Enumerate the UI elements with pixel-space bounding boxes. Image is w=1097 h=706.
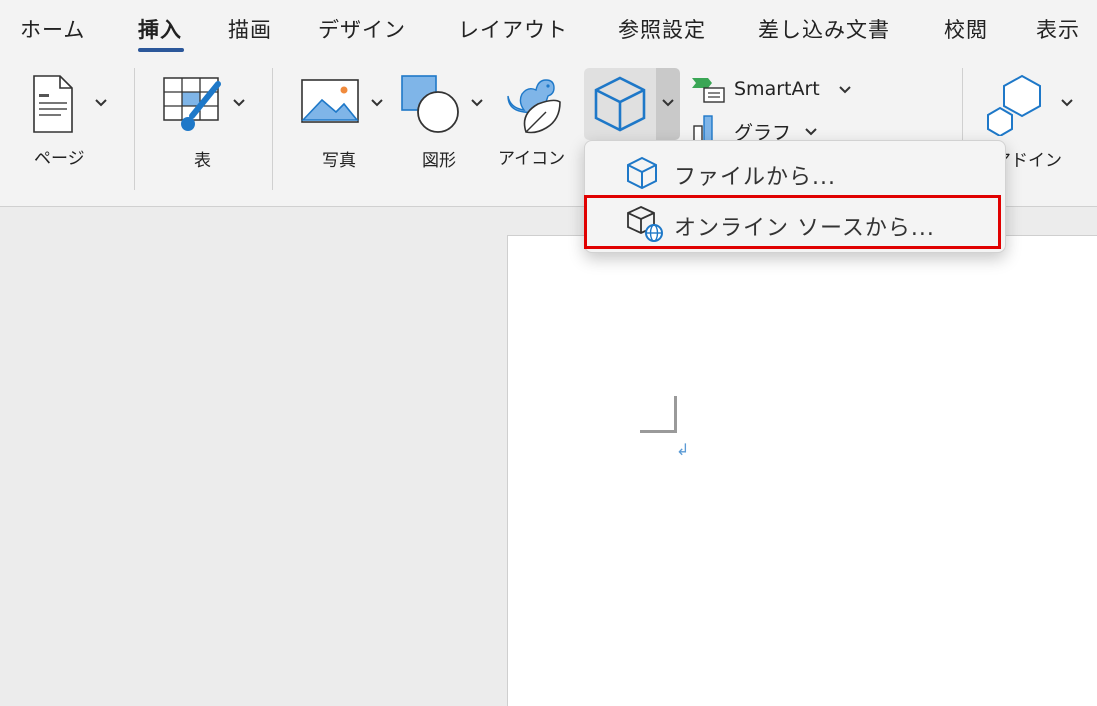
active-tab-indicator — [138, 48, 184, 52]
table-button[interactable]: 表 — [162, 74, 257, 184]
tab-insert[interactable]: 挿入 — [138, 14, 182, 44]
chart-icon — [693, 115, 713, 142]
picture-icon — [301, 79, 359, 123]
shapes-label: 図形 — [422, 151, 456, 171]
smartart-button[interactable]: SmartArt — [688, 74, 858, 106]
chevron-down-icon — [471, 99, 483, 107]
chevron-down-icon — [371, 99, 383, 107]
chevron-down-icon — [662, 99, 674, 107]
tab-design[interactable]: デザイン — [318, 14, 406, 44]
shapes-icon — [401, 75, 459, 133]
shapes-button[interactable]: 図形 — [400, 74, 492, 184]
menu-item-from-file[interactable]: ファイルから... — [585, 146, 1005, 198]
icons-label: アイコン — [498, 149, 566, 169]
photo-button[interactable]: 写真 — [300, 74, 392, 184]
highlight-annotation-box — [584, 195, 1001, 249]
tab-references[interactable]: 参照設定 — [618, 14, 706, 44]
page-icon — [33, 75, 73, 133]
paragraph-mark-icon: ↲ — [676, 440, 690, 459]
smartart-label: SmartArt — [734, 78, 820, 100]
document-page[interactable] — [507, 235, 1097, 706]
tab-view[interactable]: 表示 — [1036, 14, 1080, 44]
menu-item-label: ファイルから... — [674, 165, 836, 190]
table-icon — [163, 77, 221, 131]
tab-draw[interactable]: 描画 — [228, 14, 272, 44]
tab-mailings[interactable]: 差し込み文書 — [758, 14, 890, 44]
page-label: ページ — [34, 149, 85, 169]
3d-model-icon — [627, 156, 657, 190]
chevron-down-icon — [1061, 99, 1073, 107]
ribbon-separator — [272, 68, 273, 190]
3d-model-icon — [594, 76, 646, 132]
addins-icon — [987, 74, 1041, 138]
page-button[interactable]: ページ — [28, 74, 118, 184]
ribbon-separator — [134, 68, 135, 190]
table-label: 表 — [194, 151, 211, 171]
icons-icon — [507, 79, 561, 134]
chart-button[interactable]: グラフ — [688, 112, 828, 144]
ribbon-tab-bar: ホーム 挿入 描画 デザイン レイアウト 参照設定 差し込み文書 校閲 表示 — [0, 0, 1097, 60]
tab-review[interactable]: 校閲 — [944, 14, 988, 44]
chevron-down-icon — [95, 99, 107, 107]
3d-models-dropdown-button[interactable] — [656, 68, 680, 140]
chevron-down-icon — [839, 86, 851, 94]
3d-models-button[interactable] — [584, 68, 656, 140]
photo-label: 写真 — [322, 151, 356, 171]
tab-layout[interactable]: レイアウト — [458, 14, 568, 44]
margin-corner-mark — [640, 396, 677, 433]
tab-home[interactable]: ホーム — [20, 14, 85, 44]
smartart-icon — [692, 78, 725, 103]
chevron-down-icon — [233, 99, 245, 107]
icons-button[interactable]: アイコン — [498, 74, 582, 184]
